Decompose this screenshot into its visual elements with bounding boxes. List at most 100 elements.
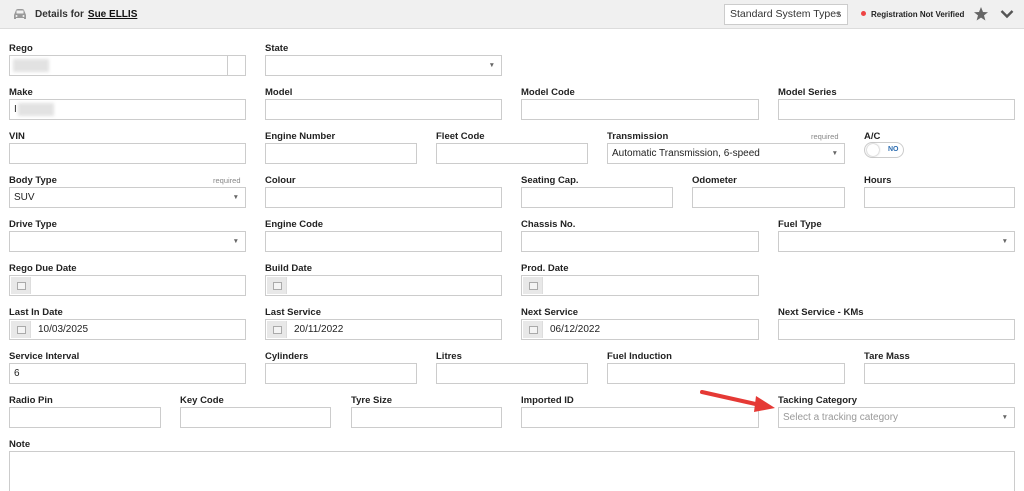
tyre-size-input[interactable] <box>351 407 502 428</box>
chevron-down-icon[interactable] <box>1000 8 1014 20</box>
calendar-icon[interactable] <box>523 321 543 338</box>
service-interval-input[interactable]: 6 <box>9 363 246 384</box>
fuel-type-label: Fuel Type <box>778 219 822 230</box>
last-service-label: Last Service <box>265 307 321 318</box>
fuel-type-select[interactable]: ▼ <box>778 231 1015 252</box>
model-series-input[interactable] <box>778 99 1015 120</box>
rego-due-date-input[interactable] <box>9 275 246 296</box>
imported-id-label: Imported ID <box>521 395 574 406</box>
details-header: Details for Sue ELLIS Standard System Typ… <box>0 0 1024 29</box>
litres-input[interactable] <box>436 363 588 384</box>
seating-cap-input[interactable] <box>521 187 673 208</box>
caret-down-icon: ▼ <box>232 238 239 245</box>
last-in-date-input[interactable]: 10/03/2025 <box>9 319 246 340</box>
car-icon <box>14 9 26 19</box>
redacted-value <box>18 103 54 116</box>
header-title: Details for Sue ELLIS <box>35 9 137 20</box>
next-service-value: 06/12/2022 <box>550 324 601 335</box>
calendar-icon[interactable] <box>11 277 31 294</box>
cylinders-label: Cylinders <box>265 351 309 362</box>
star-icon[interactable] <box>973 6 989 22</box>
status-dot-icon <box>861 11 866 16</box>
engine-number-input[interactable] <box>265 143 417 164</box>
model-code-label: Model Code <box>521 87 575 98</box>
ac-toggle-state: NO <box>888 146 899 153</box>
next-service-label: Next Service <box>521 307 579 318</box>
next-service-input[interactable]: 06/12/2022 <box>521 319 759 340</box>
calendar-icon[interactable] <box>267 321 287 338</box>
transmission-select[interactable]: Automatic Transmission, 6-speed ▼ <box>607 143 845 164</box>
model-code-input[interactable] <box>521 99 759 120</box>
system-types-select[interactable]: Standard System Types ▼ <box>724 4 848 25</box>
odometer-input[interactable] <box>692 187 845 208</box>
make-label: Make <box>9 87 33 98</box>
odometer-label: Odometer <box>692 175 737 186</box>
redacted-value <box>13 59 49 72</box>
transmission-label: Transmission <box>607 131 669 142</box>
prod-date-label: Prod. Date <box>521 263 569 274</box>
last-service-input[interactable]: 20/11/2022 <box>265 319 502 340</box>
next-service-kms-input[interactable] <box>778 319 1015 340</box>
state-select[interactable]: ▼ <box>265 55 502 76</box>
litres-label: Litres <box>436 351 462 362</box>
tyre-size-label: Tyre Size <box>351 395 393 406</box>
service-interval-label: Service Interval <box>9 351 80 362</box>
cylinders-input[interactable] <box>265 363 417 384</box>
annotation-arrow-icon <box>700 390 775 412</box>
rego-due-date-label: Rego Due Date <box>9 263 77 274</box>
build-date-input[interactable] <box>265 275 502 296</box>
caret-down-icon: ▼ <box>835 11 842 18</box>
last-in-date-value: 10/03/2025 <box>38 324 89 335</box>
body-type-value: SUV <box>14 192 35 203</box>
fuel-induction-label: Fuel Induction <box>607 351 672 362</box>
toggle-knob <box>867 144 879 156</box>
next-service-kms-label: Next Service - KMs <box>778 307 864 318</box>
key-code-input[interactable] <box>180 407 331 428</box>
tare-mass-input[interactable] <box>864 363 1015 384</box>
calendar-icon[interactable] <box>523 277 543 294</box>
transmission-value: Automatic Transmission, 6-speed <box>612 148 760 159</box>
customer-name-link[interactable]: Sue ELLIS <box>88 9 137 20</box>
vin-label: VIN <box>9 131 25 142</box>
calendar-icon[interactable] <box>267 277 287 294</box>
hours-input[interactable] <box>864 187 1015 208</box>
rego-addon-button[interactable] <box>227 55 246 76</box>
system-types-value: Standard System Types <box>730 8 842 20</box>
make-value: I <box>14 104 17 115</box>
caret-down-icon: ▼ <box>1001 414 1008 421</box>
body-type-label: Body Type <box>9 175 57 186</box>
radio-pin-label: Radio Pin <box>9 395 53 406</box>
tare-mass-label: Tare Mass <box>864 351 910 362</box>
chassis-no-label: Chassis No. <box>521 219 576 230</box>
model-input[interactable] <box>265 99 502 120</box>
make-input[interactable]: I <box>9 99 246 120</box>
vin-input[interactable] <box>9 143 246 164</box>
transmission-required: required <box>811 132 839 141</box>
body-type-select[interactable]: SUV ▼ <box>9 187 246 208</box>
note-label: Note <box>9 439 31 450</box>
fleet-code-input[interactable] <box>436 143 588 164</box>
note-textarea[interactable] <box>9 451 1015 491</box>
caret-down-icon: ▼ <box>831 150 838 157</box>
build-date-label: Build Date <box>265 263 312 274</box>
last-in-date-label: Last In Date <box>9 307 63 318</box>
ac-toggle[interactable]: NO <box>864 142 904 158</box>
rego-input[interactable] <box>9 55 228 76</box>
state-label: State <box>265 43 289 54</box>
tracking-category-select[interactable]: Select a tracking category ▼ <box>778 407 1015 428</box>
fuel-induction-input[interactable] <box>607 363 845 384</box>
caret-down-icon: ▼ <box>232 194 239 201</box>
drive-type-select[interactable]: ▼ <box>9 231 246 252</box>
service-interval-value: 6 <box>14 368 20 379</box>
colour-label: Colour <box>265 175 296 186</box>
ac-label: A/C <box>864 131 881 142</box>
calendar-icon[interactable] <box>11 321 31 338</box>
chassis-no-input[interactable] <box>521 231 759 252</box>
radio-pin-input[interactable] <box>9 407 161 428</box>
colour-input[interactable] <box>265 187 502 208</box>
tracking-category-label: Tacking Category <box>778 395 858 406</box>
fleet-code-label: Fleet Code <box>436 131 485 142</box>
prod-date-input[interactable] <box>521 275 759 296</box>
engine-code-input[interactable] <box>265 231 502 252</box>
rego-label: Rego <box>9 43 33 54</box>
